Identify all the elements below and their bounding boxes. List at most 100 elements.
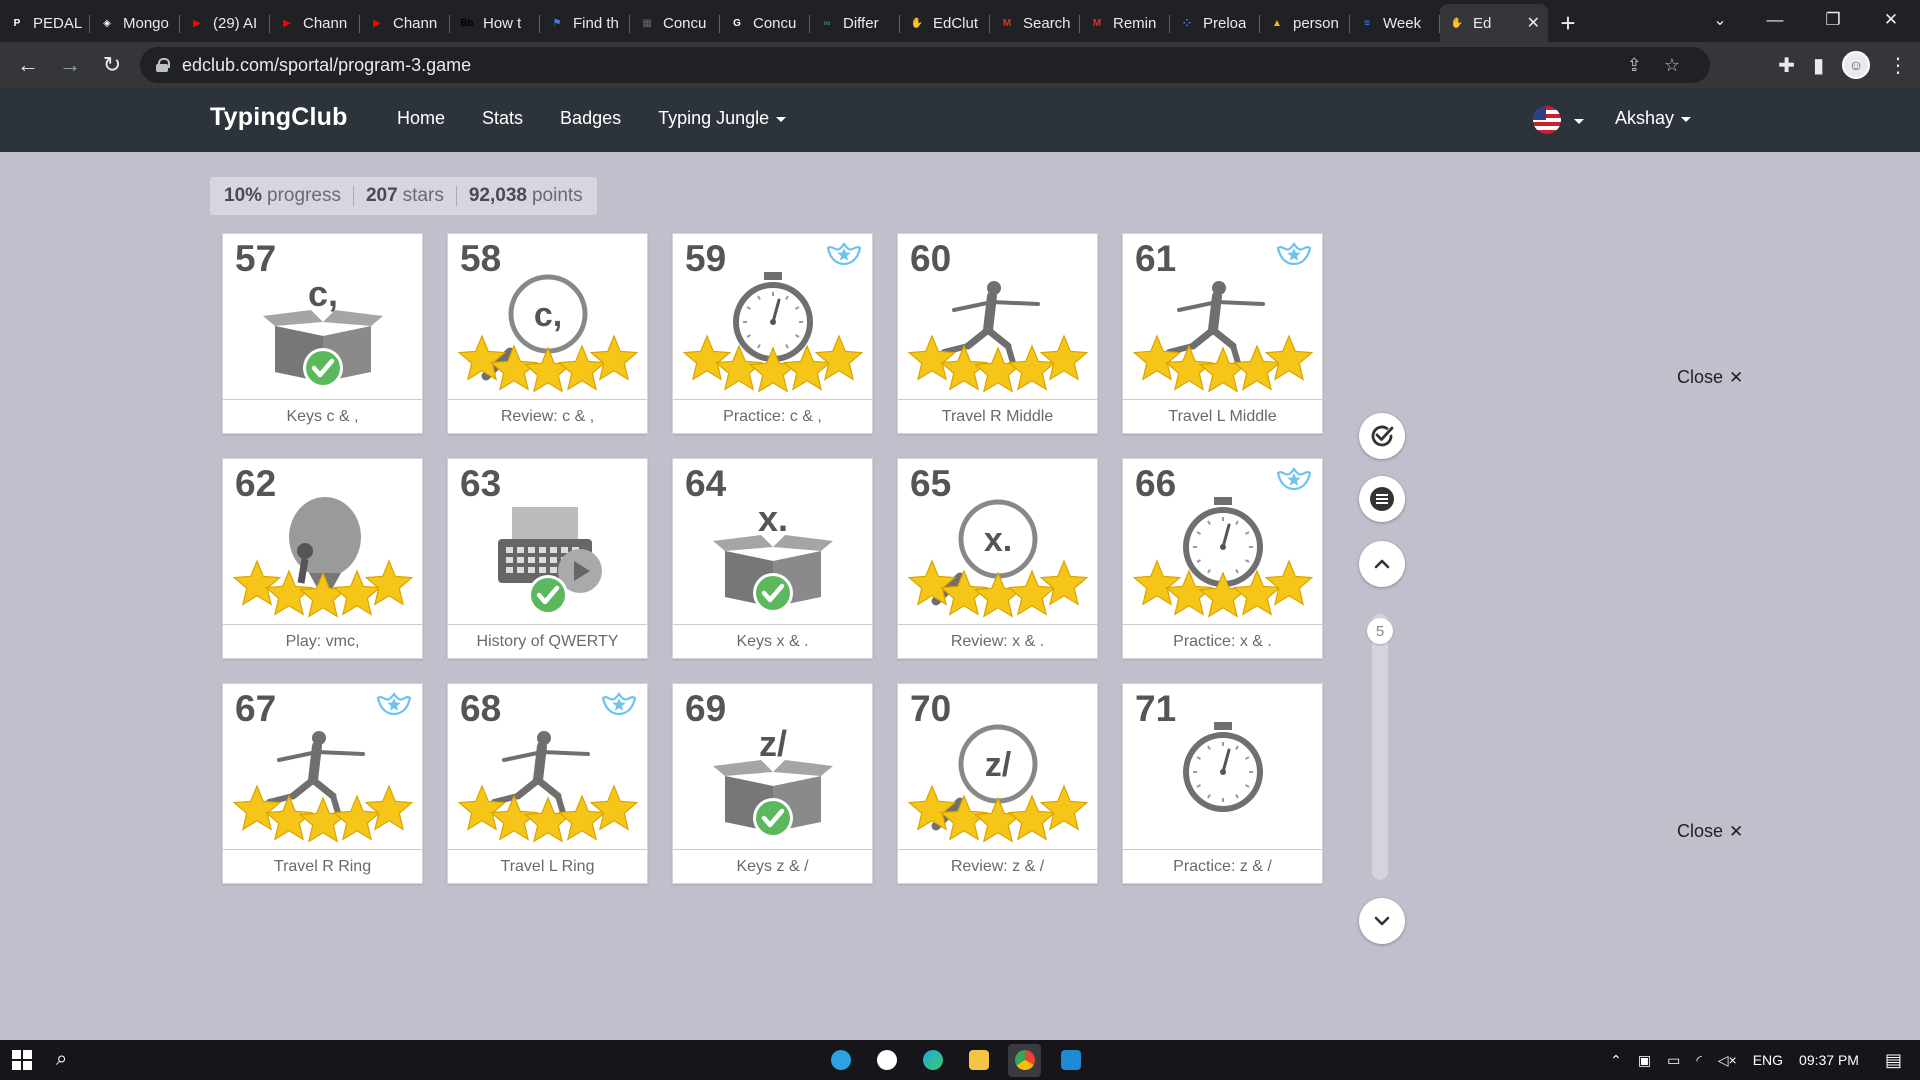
lesson-card[interactable]: 66 Practice: x & .	[1122, 458, 1323, 659]
menu-button[interactable]	[1359, 476, 1405, 522]
star-icon	[1039, 784, 1089, 831]
restore-icon[interactable]: ❐	[1804, 0, 1862, 40]
lesson-card[interactable]: 67 Travel R Ring	[222, 683, 423, 884]
nav-stats[interactable]: Stats	[482, 108, 523, 129]
vscode-icon[interactable]	[1054, 1044, 1087, 1077]
star-icon	[682, 334, 732, 381]
browser-tab[interactable]: M Remin	[1080, 4, 1170, 42]
lesson-card[interactable]: z/70 Review: z & /	[897, 683, 1098, 884]
chrome-menu-icon[interactable]: ⋮	[1888, 53, 1908, 78]
lesson-card[interactable]: c, 57 Keys c & ,	[222, 233, 423, 434]
browser-tab[interactable]: ✋ Ed ✕	[1440, 4, 1548, 42]
browser-tab[interactable]: G Concu	[720, 4, 810, 42]
browser-tab[interactable]: ⁘ Preloa	[1170, 4, 1260, 42]
new-tab-button[interactable]: +	[1548, 4, 1588, 42]
profile-avatar-icon[interactable]: ☺	[1842, 51, 1870, 79]
level-scroll-track[interactable]	[1372, 614, 1388, 880]
star-icon	[907, 559, 957, 606]
lesson-card[interactable]: 60 Travel R Middle	[897, 233, 1098, 434]
browser-tab[interactable]: Bb How t	[450, 4, 540, 42]
favicon-icon: ⚑	[552, 17, 562, 29]
back-icon[interactable]: ←	[8, 45, 48, 85]
address-bar[interactable]: edclub.com/sportal/program-3.game ⇪ ☆	[140, 47, 1710, 83]
extensions-icon[interactable]: ✚	[1778, 53, 1795, 78]
lesson-card[interactable]: x. 65 Review: x & .	[897, 458, 1098, 659]
browser-tab[interactable]: ▶ Chann	[360, 4, 450, 42]
us-flag-icon[interactable]	[1533, 106, 1561, 134]
completed-filter-button[interactable]	[1359, 413, 1405, 459]
browser-tab[interactable]: ✋ EdClut	[900, 4, 990, 42]
forward-icon[interactable]: →	[50, 45, 90, 85]
wifi-icon[interactable]: ◜	[1696, 1052, 1701, 1069]
lesson-title: Travel R Middle	[898, 399, 1097, 433]
scroll-up-button[interactable]	[1359, 541, 1405, 587]
browser-tab[interactable]: ▶ (29) AI	[180, 4, 270, 42]
lesson-number: 70	[910, 688, 952, 729]
lesson-card[interactable]: 61 Travel L Middle	[1122, 233, 1323, 434]
lesson-card[interactable]: 62 Play: vmc,	[222, 458, 423, 659]
notifications-icon[interactable]: ▤	[1885, 1050, 1902, 1071]
meet-now-icon[interactable]: ▣	[1638, 1052, 1651, 1069]
tray-chevron-up-icon[interactable]: ⌃	[1610, 1052, 1622, 1069]
browser-tab[interactable]: ≡ Week	[1350, 4, 1440, 42]
browser-tab[interactable]: M Search	[990, 4, 1080, 42]
bookmark-star-icon[interactable]: ☆	[1664, 55, 1680, 76]
volume-icon[interactable]: ◁×	[1718, 1052, 1737, 1069]
side-panel-icon[interactable]: ▮	[1813, 53, 1824, 78]
browser-tab[interactable]: ▦ Concu	[630, 4, 720, 42]
browser-tab[interactable]: ◈ Mongo	[90, 4, 180, 42]
reload-icon[interactable]: ↻	[92, 45, 132, 85]
battery-icon[interactable]: ▭	[1667, 1052, 1680, 1069]
browser-tab[interactable]: P PEDAL	[0, 4, 90, 42]
file-explorer-icon[interactable]	[962, 1044, 995, 1077]
browser-tab[interactable]: ▶ Chann	[270, 4, 360, 42]
star-icon	[298, 571, 348, 618]
key-glyph: x.	[984, 521, 1012, 559]
scroll-down-button[interactable]	[1359, 898, 1405, 944]
browser-tab[interactable]: ▲ person	[1260, 4, 1350, 42]
lesson-card[interactable]: 63 History of QWERTY	[447, 458, 648, 659]
nav-badges[interactable]: Badges	[560, 108, 621, 129]
nav-home[interactable]: Home	[397, 108, 445, 129]
close-link[interactable]: Close ✕	[1677, 821, 1743, 842]
browser-tab[interactable]: ⚑ Find th	[540, 4, 630, 42]
telegram-icon[interactable]	[824, 1044, 857, 1077]
nav-typing-jungle-label: Typing Jungle	[658, 108, 770, 128]
chrome-icon[interactable]	[1008, 1043, 1041, 1077]
close-tab-icon[interactable]: ✕	[1527, 13, 1540, 33]
close-window-icon[interactable]: ✕	[1862, 0, 1920, 40]
lesson-number: 61	[1135, 238, 1177, 279]
share-icon[interactable]: ⇪	[1627, 55, 1642, 76]
clock[interactable]: 09:37 PM	[1799, 1052, 1859, 1068]
windows-start-icon[interactable]	[12, 1050, 32, 1075]
tab-title: Mongo	[123, 14, 169, 32]
lesson-card[interactable]: c, 58 Review: c & ,	[447, 233, 648, 434]
nav-typing-jungle[interactable]: Typing Jungle	[658, 108, 787, 129]
taskbar-search-icon[interactable]: ⌕	[56, 1048, 67, 1071]
lesson-card[interactable]: 68 Travel L Ring	[447, 683, 648, 884]
language-chevron-down-icon[interactable]	[1574, 119, 1584, 124]
lesson-card[interactable]: 59 Practice: c & ,	[672, 233, 873, 434]
level-scroll-thumb[interactable]: 5	[1367, 618, 1393, 644]
lesson-number: 68	[460, 688, 502, 729]
lesson-title: Review: c & ,	[448, 399, 647, 433]
minimize-icon[interactable]: —	[1746, 0, 1804, 40]
close-link[interactable]: Close ✕	[1677, 367, 1743, 388]
language-indicator[interactable]: ENG	[1753, 1052, 1783, 1068]
user-menu[interactable]: Akshay	[1615, 108, 1692, 129]
star-icon	[973, 346, 1023, 393]
lesson-card[interactable]: 71 Practice: z & /	[1122, 683, 1323, 884]
lesson-card[interactable]: x. 64 Keys x & .	[672, 458, 873, 659]
lesson-card[interactable]: z/69 Keys z & /	[672, 683, 873, 884]
browser-tab[interactable]: ∞ Differ	[810, 4, 900, 42]
edge-icon[interactable]	[916, 1044, 949, 1077]
brand-logo[interactable]: TypingClub	[210, 103, 348, 132]
tab-search-icon[interactable]: ⌄	[1700, 4, 1740, 36]
lesson-title: History of QWERTY	[448, 624, 647, 658]
toolbar-actions: ✚ ▮ ☺ ⋮	[1778, 45, 1908, 85]
star-icon	[1039, 559, 1089, 606]
app-icon[interactable]	[870, 1044, 903, 1077]
lesson-number: 58	[460, 238, 502, 279]
star-icon	[1132, 559, 1182, 606]
main-nav: Home Stats Badges Typing Jungle	[397, 108, 787, 129]
